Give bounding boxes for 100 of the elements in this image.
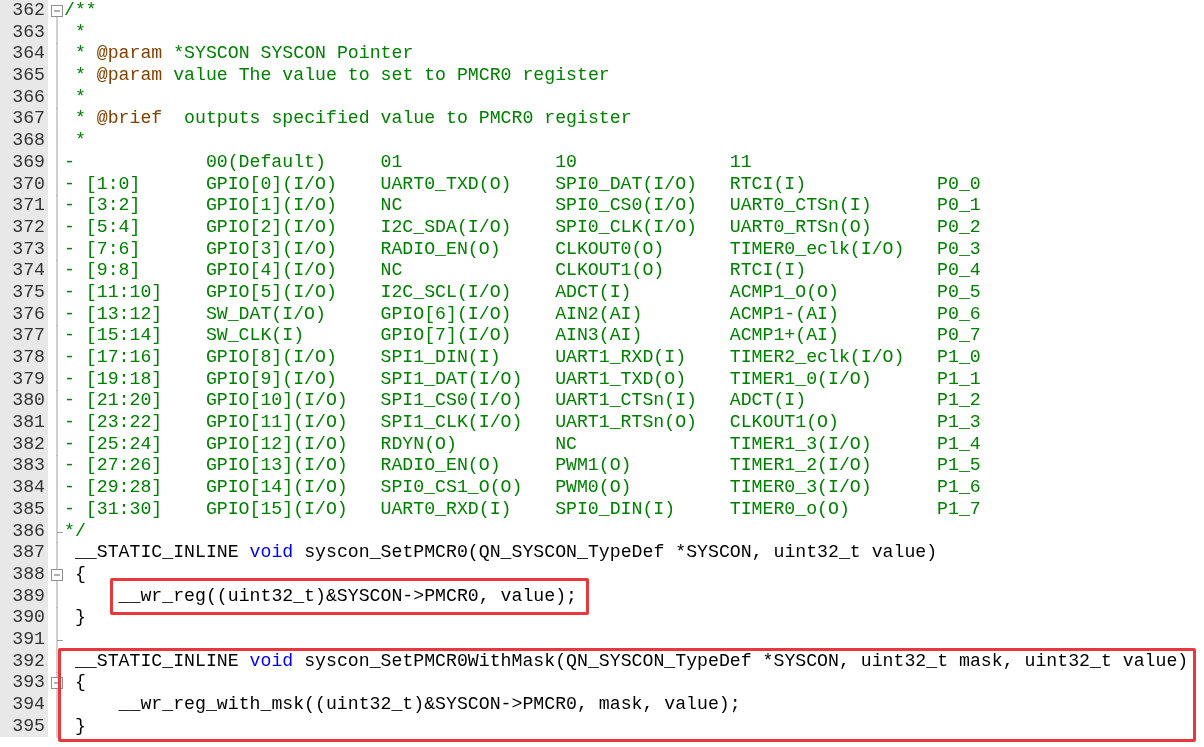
comment-table-cell-text: ACMP1-(AI) [729,303,840,326]
comment-table-cell-text: - [64,151,76,174]
comment-table-cell-text: ACMP1_O(O) [729,281,840,304]
line-number: 377 [0,325,48,347]
comment-table-cell-text: UART1_RTSn(O) [555,412,698,434]
comment-table-cell-text: TIMER0_3(I/O) [729,477,873,499]
comment-table-cell: P0_7 [937,325,981,347]
line-number: 362 [0,0,48,22]
comment-table-cell-text: ADCT(I) [729,390,808,413]
comment-table-cell-text: SPI0_CS0(I/O) [555,195,698,217]
line-number: 375 [0,281,48,304]
line-number: 365 [0,65,48,87]
line-number: 364 [0,43,48,66]
comment-table-cell: P0_6 [937,303,981,326]
comment-table-cell-text: AIN2(AI) [555,303,644,326]
comment-table-cell-text: GPIO[6](I/O) [380,303,513,326]
comment-table-cell-text: GPIO[0](I/O) [205,173,338,196]
fold-toggle-icon[interactable] [51,5,63,17]
comment-table-cell-text: GPIO[9](I/O) [205,368,338,391]
comment-table-cell-text: GPIO[7](I/O) [380,325,513,347]
fold-toggle-icon[interactable] [51,568,63,581]
comment-table-cell-text: NC [380,260,404,282]
comment-table-cell-text: GPIO[5](I/O) [205,281,338,304]
line-number: 382 [0,433,48,456]
comment-table-cell-text: CLKOUT0(O) [555,238,666,261]
line-number: 381 [0,412,48,434]
comment-table-cell-text: TIMER0_o(O) [729,498,851,521]
line-number: 374 [0,260,48,282]
comment-table-cell: P0_1 [937,195,981,217]
comment-table-cell: P0_0 [937,173,981,196]
code-line: __STATIC_INLINE void syscon_SetPMCR0(QN_SYSCON_TypeDef *SYSCON, uint32_t value) [74,542,938,564]
code-line: /** [64,0,97,22]
comment-table-cell-text: GPIO[14](I/O) [205,477,349,499]
line-number: 366 [0,86,48,109]
line-number: 391 [0,628,48,651]
comment-table-cell-text: TIMER0_eclk(I/O) [729,238,906,261]
comment-table-cell-text: ADCT(I) [555,281,633,304]
comment-table-cell-text: UART0_TXD(O) [380,173,513,196]
code-line: { [74,672,86,694]
line-number: 368 [0,130,48,152]
comment-table-cell-text: 01 [380,151,404,174]
comment-table-cell-text: GPIO[3](I/O) [205,238,338,261]
comment-table-cell-text: GPIO[1](I/O) [205,195,338,217]
comment-table-cell-text: UART1_TXD(O) [555,368,688,391]
comment-table-cell-text: SW_DAT(I/O) [205,303,327,326]
line-number: 385 [0,498,48,521]
comment-table-cell: P0_5 [937,281,981,304]
line-number: 389 [0,585,48,608]
comment-table-cell-text: - [29:28] [64,477,164,499]
comment-table-cell-text: GPIO[12](I/O) [205,433,349,456]
comment-table-cell-text: - [7:6] [64,238,142,261]
comment-table-cell-text: RADIO_EN(O) [380,455,502,478]
line-number: 393 [0,672,48,694]
line-number: 380 [0,390,48,413]
comment-table-cell: P1_0 [937,347,981,369]
comment-table-cell-text: GPIO[4](I/O) [205,260,338,282]
line-number: 394 [0,694,48,716]
comment-table-cell-text: CLKOUT1(O) [729,412,840,434]
comment-table-cell: P1_5 [937,455,981,478]
comment-table-cell-text: RADIO_EN(O) [380,238,502,261]
comment-table-cell-text: RTCI(I) [729,260,808,282]
line-number: 390 [0,607,48,629]
comment-table-cell-text: - [21:20] [64,390,164,413]
comment-table-cell-text: SPI0_CLK(I/O) [555,216,698,239]
comment-table-cell-text: SW_CLK(I) [205,325,306,347]
line-number: 373 [0,238,48,261]
code-line: * [74,86,86,109]
comment-table-cell: P1_4 [937,433,981,456]
comment-table-cell-text: - [1:0] [64,173,142,196]
comment-table-cell-text: AIN3(AI) [555,325,644,347]
comment-table-cell-text: ACMP1+(AI) [729,325,840,347]
comment-table-cell-text: 00(Default) [205,151,327,174]
code-line: } [74,607,86,629]
comment-table-cell: P1_7 [937,498,981,521]
comment-table-cell: P0_3 [937,238,981,261]
comment-table-cell-text: GPIO[13](I/O) [205,455,349,478]
code-line: { [74,563,86,586]
comment-table-cell-text: GPIO[2](I/O) [205,216,338,239]
code-line: * @brief outputs specified value to PMCR0 register [74,108,632,131]
comment-table-cell-text: - [19:18] [64,368,164,391]
comment-table-cell-text: TIMER1_0(I/O) [729,368,873,391]
comment-table-cell-text: PWM1(O) [555,455,633,478]
line-number: 371 [0,195,48,217]
comment-table-cell-text: - [3:2] [64,195,142,217]
comment-table-cell: P0_4 [937,260,981,282]
line-number: 376 [0,303,48,326]
fold-toggle-icon[interactable] [51,677,63,690]
line-number: 387 [0,542,48,564]
line-number: 370 [0,173,48,196]
comment-table-cell: P1_6 [937,477,981,499]
comment-table-cell-text: - [25:24] [64,433,164,456]
comment-table-cell-text: UART0_RXD(I) [380,498,513,521]
comment-table-cell-text: SPI1_DIN(I) [380,347,502,369]
comment-table-cell-text: TIMER1_3(I/O) [729,433,873,456]
line-number: 384 [0,477,48,499]
code-line: __STATIC_INLINE void syscon_SetPMCR0WithMask(QN_SYSCON_TypeDef *SYSCON, uint32_t mask, uint32_t value) [74,650,1189,673]
comment-table-cell-text: GPIO[11](I/O) [205,412,349,434]
line-number: 388 [0,563,48,586]
code-line: __wr_reg_with_msk((uint32_t)&SYSCON->PMCR0, mask, value); [118,694,741,716]
comment-table-cell-text: CLKOUT1(O) [555,260,666,282]
